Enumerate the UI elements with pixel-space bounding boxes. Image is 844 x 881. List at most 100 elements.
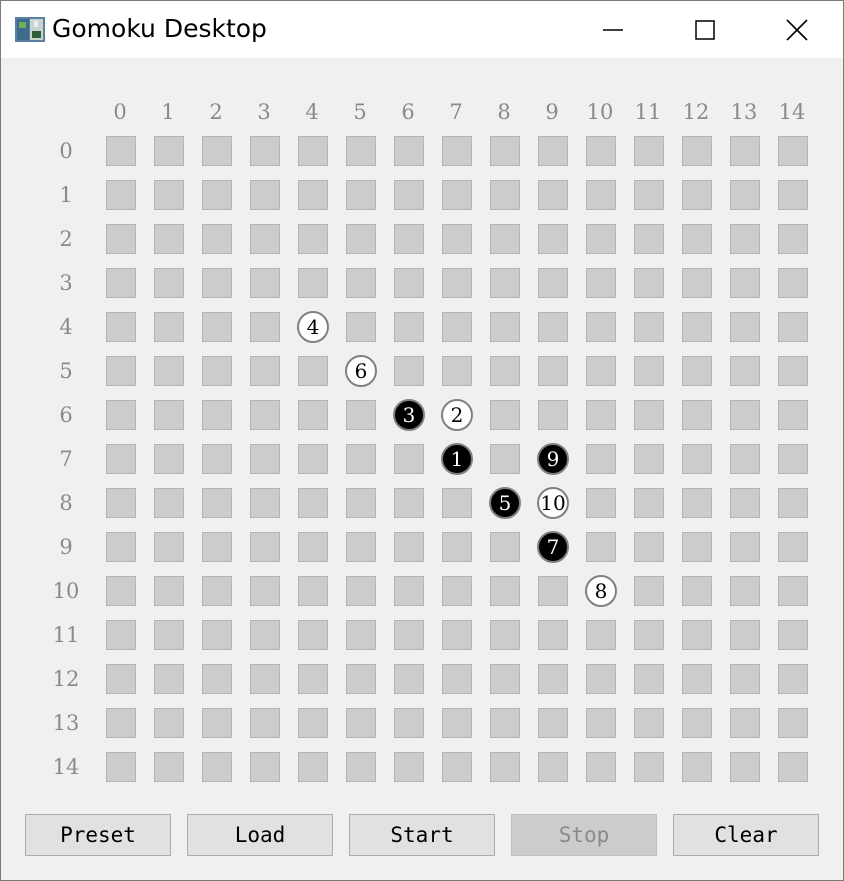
board-cell[interactable] <box>634 400 664 430</box>
board-cell[interactable] <box>778 356 808 386</box>
board-cell[interactable] <box>250 664 280 694</box>
board-cell[interactable] <box>586 488 616 518</box>
board-cell[interactable] <box>394 576 424 606</box>
board-cell[interactable] <box>634 488 664 518</box>
board-cell[interactable] <box>442 576 472 606</box>
board-cell[interactable] <box>490 664 520 694</box>
board-cell[interactable] <box>586 268 616 298</box>
board-cell[interactable] <box>346 620 376 650</box>
board-cell[interactable] <box>586 400 616 430</box>
board-cell[interactable] <box>778 268 808 298</box>
board-cell[interactable] <box>298 664 328 694</box>
board-cell[interactable] <box>778 488 808 518</box>
board-cell[interactable] <box>634 312 664 342</box>
board-cell[interactable] <box>538 752 568 782</box>
board-cell[interactable] <box>346 136 376 166</box>
board-cell[interactable] <box>682 532 712 562</box>
board-cell[interactable] <box>106 444 136 474</box>
board-cell[interactable] <box>586 312 616 342</box>
board-cell[interactable] <box>442 708 472 738</box>
board-cell[interactable] <box>634 532 664 562</box>
board-cell[interactable] <box>730 664 760 694</box>
board-cell[interactable] <box>154 400 184 430</box>
board-cell[interactable] <box>586 224 616 254</box>
board-cell[interactable] <box>250 136 280 166</box>
board-cell[interactable] <box>730 136 760 166</box>
board-cell[interactable] <box>730 620 760 650</box>
board-cell[interactable] <box>682 708 712 738</box>
board-cell[interactable] <box>730 752 760 782</box>
board-cell[interactable] <box>154 180 184 210</box>
minimize-button[interactable] <box>567 1 659 58</box>
board-cell[interactable] <box>538 620 568 650</box>
board-cell[interactable] <box>634 620 664 650</box>
board-cell[interactable] <box>778 400 808 430</box>
board-cell[interactable] <box>106 752 136 782</box>
board-cell[interactable] <box>778 444 808 474</box>
board-cell[interactable] <box>154 444 184 474</box>
board-cell[interactable] <box>250 444 280 474</box>
board-cell[interactable] <box>298 400 328 430</box>
board-cell[interactable] <box>394 444 424 474</box>
board-cell[interactable] <box>106 532 136 562</box>
board-cell[interactable] <box>298 136 328 166</box>
board-cell[interactable] <box>202 400 232 430</box>
board-cell[interactable] <box>154 708 184 738</box>
board-cell[interactable] <box>154 620 184 650</box>
board-cell[interactable] <box>730 576 760 606</box>
board-cell[interactable] <box>538 708 568 738</box>
board-cell[interactable] <box>202 664 232 694</box>
board-cell[interactable] <box>298 488 328 518</box>
board-cell[interactable] <box>394 180 424 210</box>
board-cell[interactable] <box>778 224 808 254</box>
board-cell[interactable] <box>298 752 328 782</box>
board-cell[interactable] <box>730 268 760 298</box>
board-cell[interactable] <box>730 532 760 562</box>
board-cell[interactable] <box>154 532 184 562</box>
board-cell[interactable] <box>490 532 520 562</box>
clear-button[interactable]: Clear <box>673 814 819 856</box>
board-cell[interactable] <box>490 312 520 342</box>
board-cell[interactable] <box>202 752 232 782</box>
board-cell[interactable] <box>202 312 232 342</box>
board-cell[interactable] <box>730 312 760 342</box>
board-cell[interactable] <box>586 752 616 782</box>
board-cell[interactable] <box>250 620 280 650</box>
board-cell[interactable] <box>394 268 424 298</box>
board-cell[interactable] <box>634 752 664 782</box>
white-stone[interactable]: 10 <box>537 487 569 519</box>
board-cell[interactable] <box>586 664 616 694</box>
board-cell[interactable] <box>778 664 808 694</box>
board-cell[interactable] <box>586 708 616 738</box>
board-cell[interactable] <box>394 224 424 254</box>
start-button[interactable]: Start <box>349 814 495 856</box>
board-cell[interactable] <box>442 136 472 166</box>
board-cell[interactable] <box>490 400 520 430</box>
title-bar[interactable]: Gomoku Desktop <box>1 1 843 58</box>
board-cell[interactable] <box>442 488 472 518</box>
board-cell[interactable] <box>490 708 520 738</box>
board-cell[interactable] <box>250 488 280 518</box>
white-stone[interactable]: 2 <box>441 399 473 431</box>
board-cell[interactable] <box>394 752 424 782</box>
board-cell[interactable] <box>442 532 472 562</box>
board-cell[interactable] <box>682 400 712 430</box>
board-cell[interactable] <box>538 224 568 254</box>
white-stone[interactable]: 6 <box>345 355 377 387</box>
board-cell[interactable] <box>346 752 376 782</box>
black-stone[interactable]: 9 <box>537 443 569 475</box>
board-cell[interactable] <box>250 356 280 386</box>
board-cell[interactable] <box>250 532 280 562</box>
board-cell[interactable] <box>442 268 472 298</box>
board-cell[interactable] <box>298 356 328 386</box>
board-cell[interactable] <box>490 180 520 210</box>
black-stone[interactable]: 7 <box>537 531 569 563</box>
board-cell[interactable] <box>298 180 328 210</box>
black-stone[interactable]: 5 <box>489 487 521 519</box>
board-cell[interactable] <box>346 312 376 342</box>
board-cell[interactable] <box>346 576 376 606</box>
board-cell[interactable] <box>634 444 664 474</box>
board-cell[interactable] <box>682 488 712 518</box>
board-cell[interactable] <box>250 708 280 738</box>
board-cell[interactable] <box>538 268 568 298</box>
